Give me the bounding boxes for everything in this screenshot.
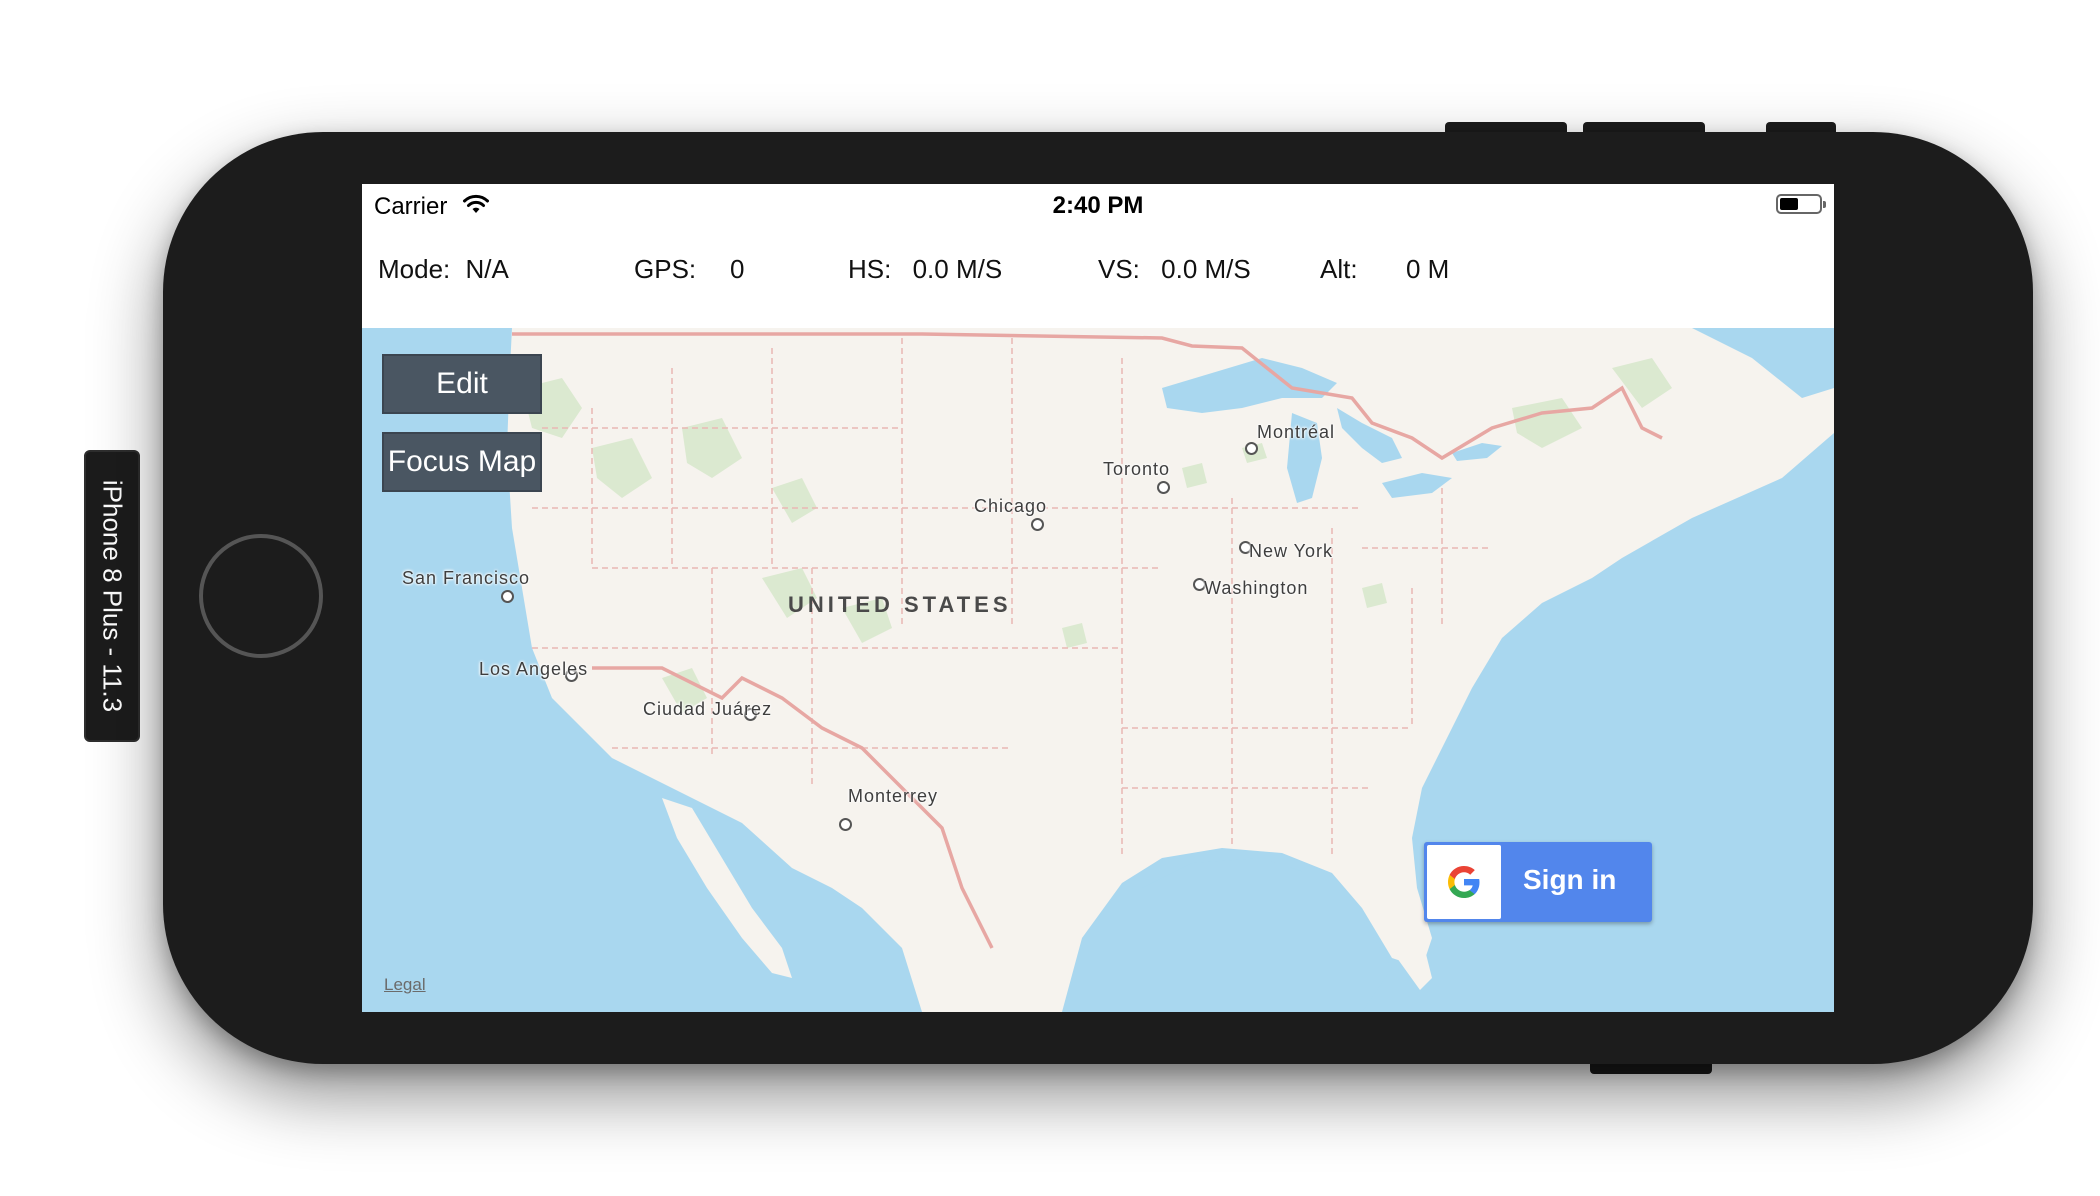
alt-label: Alt:: [1320, 254, 1358, 284]
hs-label: HS:: [848, 254, 892, 284]
city-label-ciudad-juarez: Ciudad Juárez: [643, 699, 773, 719]
telemetry-alt: Alt:: [1320, 254, 1358, 285]
sign-in-label: Sign in: [1523, 864, 1617, 895]
gps-label: GPS:: [634, 254, 697, 284]
focus-map-button[interactable]: Focus Map: [382, 432, 542, 492]
city-label-san-francisco: San Francisco: [402, 568, 531, 588]
status-bar: Carrier 2:40 PM: [362, 184, 1834, 224]
city-marker-toronto[interactable]: [1157, 481, 1170, 494]
telemetry-gps-value-wrap: 0: [730, 254, 744, 285]
gps-value: 0: [730, 254, 745, 284]
legal-link[interactable]: Legal: [384, 975, 426, 995]
google-g-icon: [1448, 866, 1480, 898]
country-label: UNITED STATES: [788, 592, 1012, 617]
city-label-washington: Washington: [1204, 578, 1309, 598]
alt-value: 0 M: [1406, 254, 1450, 284]
city-label-chicago: Chicago: [974, 496, 1048, 516]
city-marker-montreal[interactable]: [1245, 442, 1258, 455]
city-label-los-angeles: Los Angeles: [479, 659, 589, 679]
telemetry-alt-value-wrap: 0 M: [1406, 254, 1449, 285]
telemetry-hs: HS: 0.0 M/S: [848, 254, 1002, 285]
city-marker-san-francisco[interactable]: [501, 590, 514, 603]
city-label-montreal: Montréal: [1257, 422, 1336, 442]
telemetry-gps: GPS:: [634, 254, 696, 285]
app-screen: Carrier 2:40 PM Mode: N/A GPS: 0 HS: 0.0…: [362, 184, 1834, 1012]
telemetry-mode: Mode: N/A: [378, 254, 509, 285]
home-button[interactable]: [199, 534, 323, 658]
city-label-toronto: Toronto: [1103, 459, 1171, 479]
city-marker-chicago[interactable]: [1031, 518, 1044, 531]
device-label: iPhone 8 Plus - 11.3: [97, 479, 128, 713]
vs-value: 0.0 M/S: [1161, 254, 1251, 284]
vs-label: VS:: [1098, 254, 1140, 284]
battery-icon: [1776, 194, 1826, 214]
status-time: 2:40 PM: [1052, 192, 1144, 219]
city-label-new-york: New York: [1249, 541, 1334, 561]
mode-label: Mode:: [378, 254, 451, 284]
city-label-monterrey: Monterrey: [848, 786, 939, 806]
device-label-tab: iPhone 8 Plus - 11.3: [84, 450, 140, 742]
telemetry-vs: VS: 0.0 M/S: [1098, 254, 1251, 285]
google-sign-in-button[interactable]: Sign in: [1424, 842, 1652, 922]
edit-button[interactable]: Edit: [382, 354, 542, 414]
google-logo-box: [1427, 845, 1501, 919]
hs-value: 0.0 M/S: [912, 254, 1003, 284]
city-marker-monterrey[interactable]: [839, 818, 852, 831]
telemetry-bar: Mode: N/A GPS: 0 HS: 0.0 M/S VS: 0.0 M/S…: [362, 254, 1834, 294]
mode-value: N/A: [465, 254, 509, 284]
